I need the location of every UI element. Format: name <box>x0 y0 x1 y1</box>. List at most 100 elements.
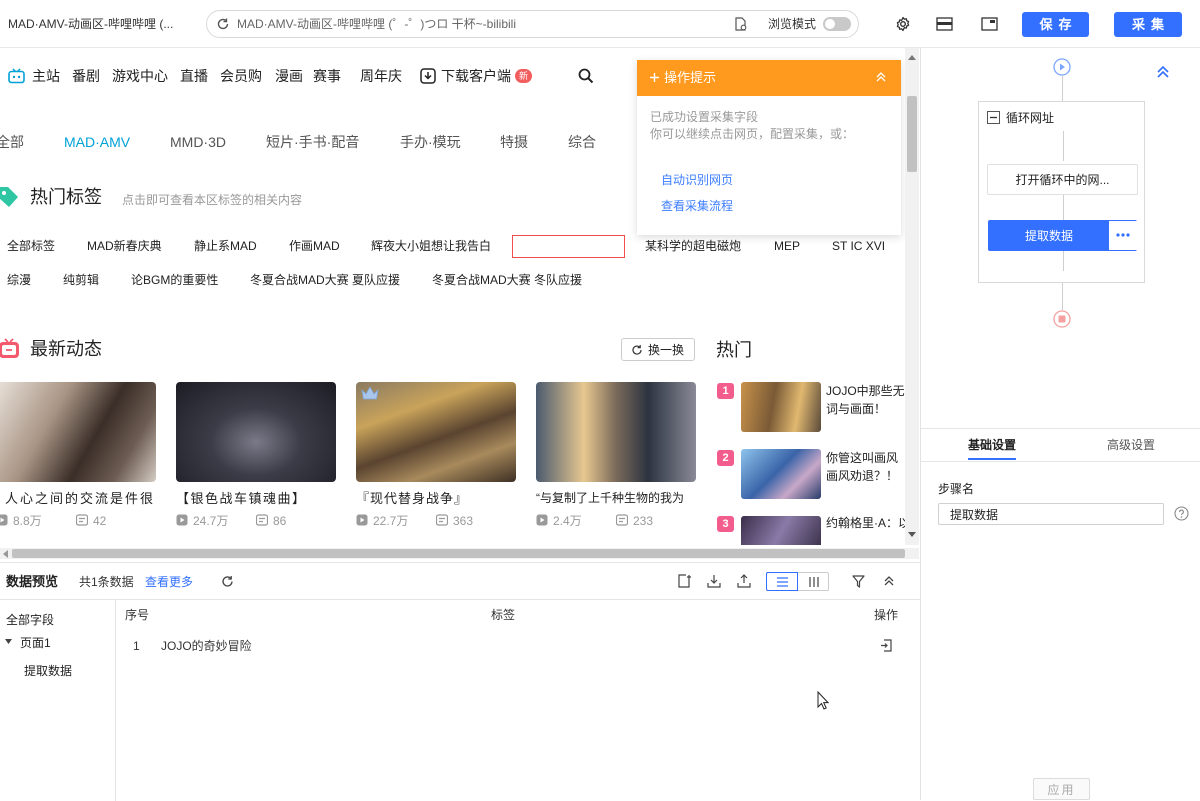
category-tab-mmd-3d[interactable]: MMD·3D <box>170 134 226 150</box>
list-view-button[interactable] <box>766 572 798 591</box>
tag-item[interactable]: 辉夜大小姐想让我告白 <box>371 239 491 253</box>
operation-tip-header[interactable]: 操作提示 <box>637 60 901 96</box>
gear-icon[interactable] <box>895 16 911 32</box>
tree-field-node[interactable]: 提取数据 <box>24 664 72 678</box>
hot-video-title-line[interactable]: 画风劝退？！ <box>826 469 898 483</box>
video-thumbnail[interactable] <box>356 382 516 482</box>
layout-bottom-panel-icon[interactable] <box>936 17 953 31</box>
nav-item-main[interactable]: 主站 <box>32 68 60 84</box>
web-page-viewport[interactable]: 主站 番剧 游戏中心 直播 会员购 漫画 赛事 周年庆 下载客户端 新 全部 M… <box>0 48 905 545</box>
page-info-icon[interactable] <box>734 17 748 32</box>
category-tab-mad-amv[interactable]: MAD·AMV <box>64 134 130 150</box>
end-node-stop-icon[interactable] <box>1053 310 1071 328</box>
tag-item[interactable]: 全部标签 <box>7 239 55 253</box>
category-tab-tokusatsu[interactable]: 特摄 <box>500 134 528 150</box>
bilibili-tv-icon[interactable] <box>8 68 25 84</box>
hot-video-thumbnail[interactable] <box>741 516 821 545</box>
video-title[interactable]: 『现代替身战争』 <box>356 491 516 506</box>
address-text[interactable]: MAD·AMV-动画区-哔哩哔哩 (゜-゜)つロ 干杯~-bilibili <box>237 17 516 31</box>
horizontal-scrollbar-thumb[interactable] <box>12 549 905 558</box>
nav-item-esports[interactable]: 赛事 <box>313 68 341 84</box>
view-flow-link[interactable]: 查看采集流程 <box>661 199 733 213</box>
tag-item[interactable]: 纯剪辑 <box>63 273 99 287</box>
nav-item-game-center[interactable]: 游戏中心 <box>112 68 168 84</box>
start-node-play-icon[interactable] <box>1053 58 1071 76</box>
tag-item[interactable]: ST IC XVI <box>832 239 885 253</box>
nav-item-shop[interactable]: 会员购 <box>220 68 262 84</box>
video-thumbnail[interactable] <box>0 382 156 482</box>
tag-item[interactable]: MEP <box>774 239 800 253</box>
video-thumbnail[interactable] <box>536 382 696 482</box>
layout-side-panel-icon[interactable] <box>981 17 998 31</box>
nav-item-anniversary[interactable]: 周年庆 <box>360 68 402 84</box>
video-card[interactable]: 【银色战车镇魂曲】 24.7万 86 <box>176 382 336 532</box>
tag-item[interactable]: 论BGM的重要性 <box>131 273 218 287</box>
search-icon[interactable] <box>578 68 594 84</box>
video-title[interactable]: 人心之间的交流是件很 <box>0 491 156 506</box>
refresh-button[interactable]: 换一换 <box>621 338 695 361</box>
video-title[interactable]: 【银色战车镇魂曲】 <box>176 491 336 506</box>
extract-data-step[interactable]: 提取数据 <box>988 220 1137 251</box>
row-tag-value[interactable]: JOJO的奇妙冒险 <box>161 639 252 653</box>
tag-item[interactable]: 静止系MAD <box>194 239 257 253</box>
download-icon[interactable] <box>420 68 436 84</box>
scroll-up-arrow-icon[interactable] <box>908 54 916 60</box>
tag-item[interactable]: MAD新春庆典 <box>87 239 162 253</box>
collapse-chevron-icon[interactable] <box>875 71 887 83</box>
collapse-minus-icon[interactable] <box>987 111 1000 124</box>
hot-video-thumbnail[interactable] <box>741 382 821 432</box>
row-action-icon[interactable] <box>880 639 892 652</box>
nav-item-anime[interactable]: 番剧 <box>72 68 100 84</box>
refresh-icon[interactable] <box>221 575 234 588</box>
column-view-icon[interactable] <box>809 577 819 587</box>
category-tab-all[interactable]: 全部 <box>0 134 24 150</box>
category-tab-figures[interactable]: 手办·模玩 <box>400 134 461 150</box>
nav-item-manga[interactable]: 漫画 <box>275 68 303 84</box>
filter-icon[interactable] <box>852 575 865 588</box>
browse-mode-toggle[interactable] <box>823 17 851 31</box>
video-card[interactable]: “与复制了上千种生物的我为 2.4万 233 <box>536 382 696 532</box>
save-button[interactable]: 保存 <box>1022 12 1089 37</box>
collapse-workflow-icon[interactable] <box>1156 65 1170 79</box>
hot-video-title-line[interactable]: 词与画面！ <box>826 402 886 416</box>
category-tab-general[interactable]: 综合 <box>568 134 596 150</box>
collect-button[interactable]: 采集 <box>1114 12 1182 37</box>
nav-item-live[interactable]: 直播 <box>180 68 208 84</box>
step-more-button[interactable] <box>1109 221 1137 250</box>
export-icon[interactable] <box>677 574 691 588</box>
table-row[interactable]: 1 JOJO的奇妙冒险 <box>117 633 917 659</box>
upload-icon[interactable] <box>737 574 751 588</box>
scroll-left-arrow-icon[interactable] <box>2 550 8 558</box>
nav-item-download-client[interactable]: 下载客户端 <box>441 68 511 84</box>
auto-detect-link[interactable]: 自动识别网页 <box>661 173 733 187</box>
tag-item[interactable]: 某科学的超电磁炮 <box>645 239 741 253</box>
step-name-input[interactable]: 提取数据 <box>938 503 1164 525</box>
hot-video-thumbnail[interactable] <box>741 449 821 499</box>
video-card[interactable]: 人心之间的交流是件很 8.8万 42 <box>0 382 156 532</box>
reload-icon[interactable] <box>216 17 230 31</box>
caret-down-icon[interactable] <box>5 639 12 645</box>
tab-advanced-settings[interactable]: 高级设置 <box>1107 438 1155 452</box>
open-loop-url-step[interactable]: 打开循环中的网... <box>987 164 1138 195</box>
tree-root-all-fields[interactable]: 全部字段 <box>6 613 54 627</box>
tab-basic-settings[interactable]: 基础设置 <box>968 438 1016 452</box>
hot-video-title-line[interactable]: 约翰格里·A：以 <box>826 516 905 530</box>
horizontal-scrollbar[interactable] <box>0 548 919 559</box>
download-icon[interactable] <box>707 574 721 588</box>
tag-item[interactable]: 作画MAD <box>289 239 340 253</box>
collapse-panel-icon[interactable] <box>883 575 895 587</box>
tree-page-node[interactable]: 页面1 <box>20 636 51 650</box>
address-bar[interactable]: MAD·AMV-动画区-哔哩哔哩 (゜-゜)つロ 干杯~-bilibili 浏览… <box>206 10 859 38</box>
selected-element-highlight[interactable] <box>512 235 625 258</box>
help-icon[interactable] <box>1174 506 1189 521</box>
apply-button[interactable]: 应用 <box>1033 778 1090 800</box>
view-more-link[interactable]: 查看更多 <box>145 575 193 589</box>
vertical-scrollbar[interactable] <box>905 48 919 545</box>
tag-item[interactable]: 冬夏合战MAD大赛 冬队应援 <box>432 273 582 287</box>
loop-node[interactable]: 循环网址 打开循环中的网... 提取数据 <box>978 101 1145 283</box>
video-card[interactable]: 『现代替身战争』 22.7万 363 <box>356 382 516 532</box>
tag-item[interactable]: 综漫 <box>7 273 31 287</box>
tab-title[interactable]: MAD·AMV-动画区-哔哩哔哩 (... <box>8 17 173 31</box>
category-tab-short-film[interactable]: 短片·手书·配音 <box>266 134 359 150</box>
hot-video-title-line[interactable]: JOJO中那些无 <box>826 384 905 398</box>
